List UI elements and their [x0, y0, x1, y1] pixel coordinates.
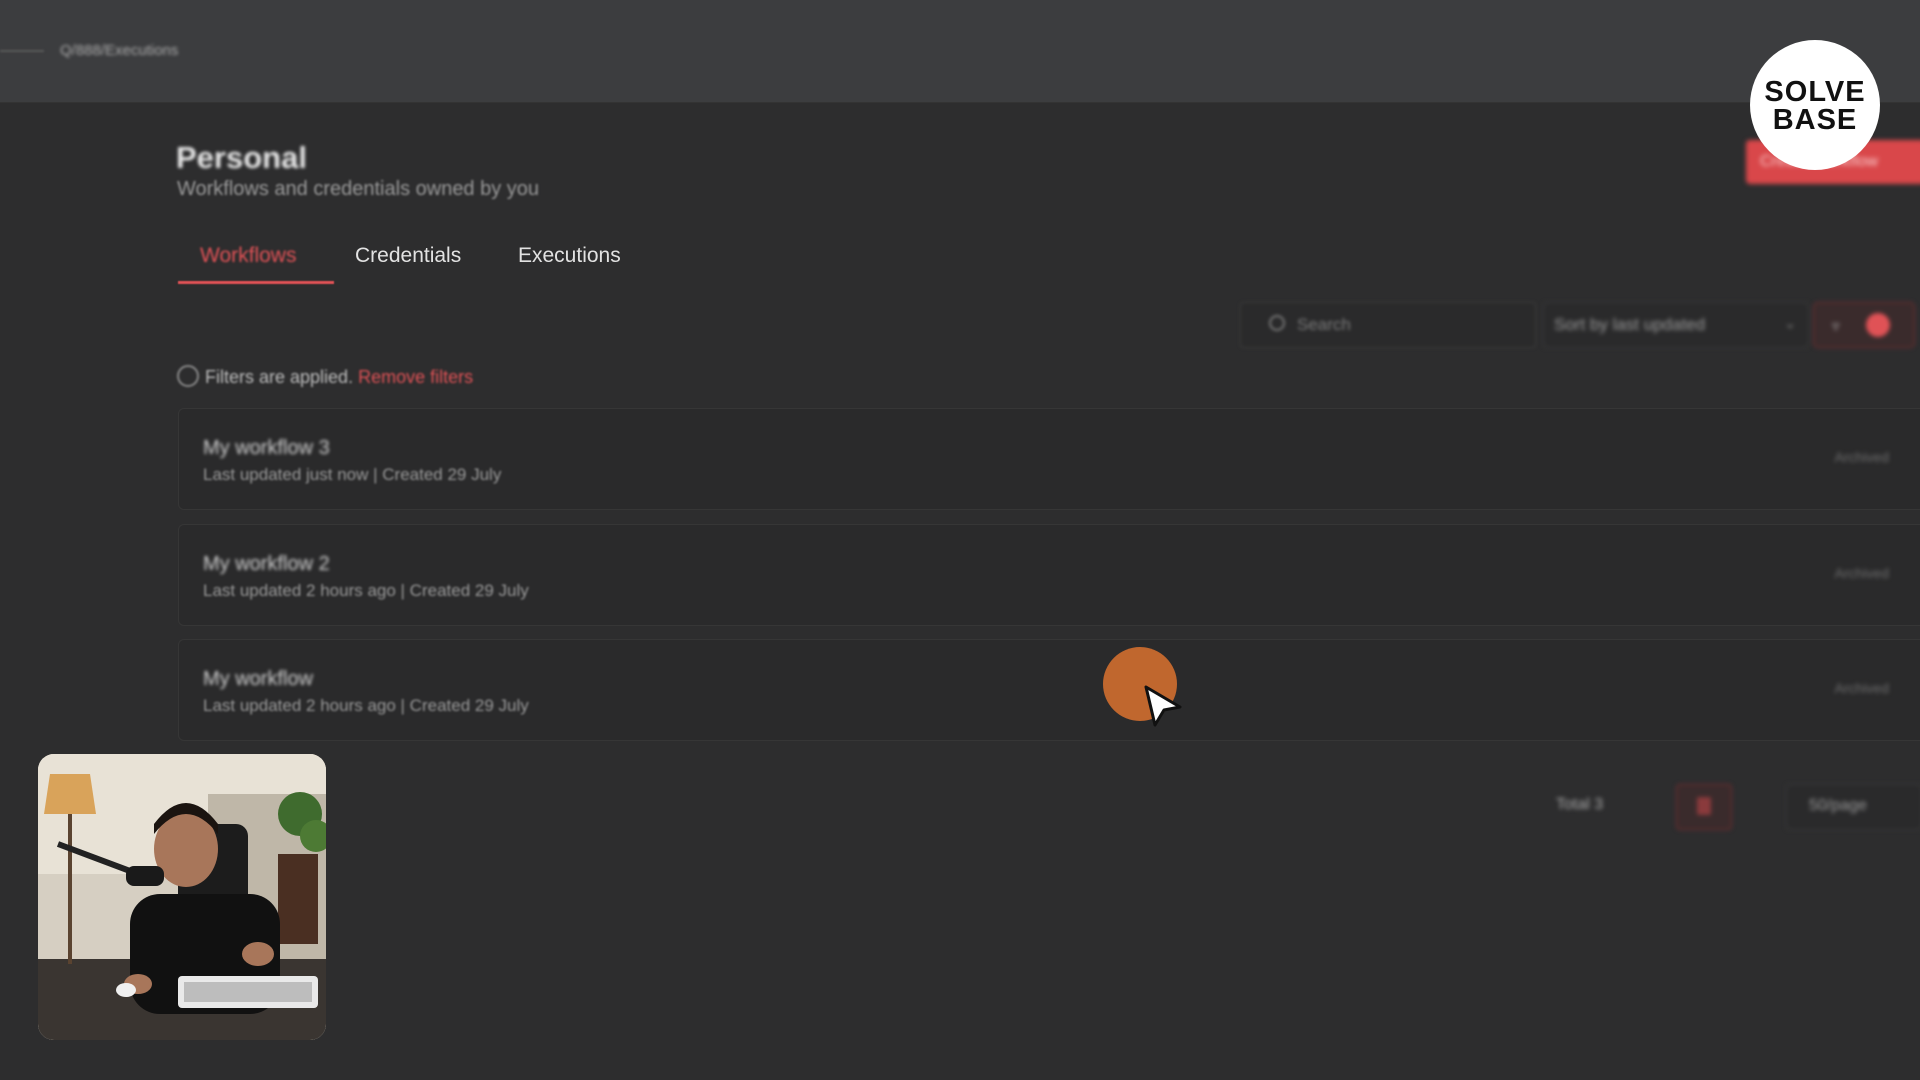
logo-line-2: BASE	[1772, 104, 1858, 136]
tab-executions[interactable]: Executions	[518, 244, 621, 268]
workflow-meta: Last updated just now | Created 29 July	[203, 465, 502, 484]
filter-button[interactable]: ▿	[1813, 302, 1915, 348]
page-title: Personal	[176, 140, 307, 175]
filter-icon: ▿	[1832, 318, 1840, 335]
workflow-name: My workflow	[203, 668, 314, 690]
filters-notice: Filters are applied. Remove filters	[177, 365, 473, 388]
workflow-meta: Last updated 2 hours ago | Created 29 Ju…	[203, 696, 529, 715]
search-placeholder: Search	[1297, 315, 1351, 334]
breadcrumb[interactable]: Q/888/Executions	[60, 42, 178, 59]
solvebase-logo: SOLVE BASE	[1750, 40, 1880, 170]
top-bar: Q/888/Executions	[0, 0, 1920, 103]
pagination-total: Total 3	[1556, 796, 1604, 813]
search-input[interactable]: Search	[1240, 302, 1536, 348]
page-size-label: 50/page	[1809, 797, 1867, 814]
workflow-name: My workflow 2	[203, 553, 330, 575]
sort-label: Sort by last updated	[1554, 315, 1706, 334]
sort-select[interactable]: Sort by last updated ⌄	[1543, 302, 1809, 348]
workflow-status: Archived	[1834, 680, 1889, 696]
workflow-card[interactable]: My workflow 2 Last updated 2 hours ago |…	[178, 524, 1920, 626]
page-subtitle: Workflows and credentials owned by you	[177, 178, 540, 200]
chevron-down-icon: ⌄	[1784, 315, 1796, 331]
active-tab-indicator	[178, 281, 334, 284]
workflow-card[interactable]: My workflow Last updated 2 hours ago | C…	[178, 639, 1920, 741]
filter-count-badge	[1866, 313, 1890, 337]
page-size-select[interactable]: 50/page	[1786, 784, 1920, 830]
workflow-name: My workflow 3	[203, 437, 330, 459]
webcam-overlay	[38, 754, 326, 1040]
mouse-pointer-icon	[1144, 685, 1182, 727]
workflow-meta: Last updated 2 hours ago | Created 29 Ju…	[203, 581, 529, 600]
page-icon	[1697, 797, 1711, 815]
current-page-button[interactable]	[1676, 784, 1732, 830]
workflow-status: Archived	[1834, 565, 1889, 581]
search-icon	[1269, 315, 1285, 331]
tab-credentials[interactable]: Credentials	[355, 244, 461, 268]
remove-filters-link[interactable]: Remove filters	[358, 367, 473, 387]
more-menu-icon[interactable]: ⋮	[1915, 559, 1920, 584]
more-menu-icon[interactable]: ⋮	[1915, 443, 1920, 468]
presenter-video	[38, 754, 326, 1040]
tab-workflows[interactable]: Workflows	[200, 244, 296, 268]
info-icon	[177, 365, 199, 387]
more-menu-icon[interactable]: ⋮	[1915, 674, 1920, 699]
filters-notice-text: Filters are applied.	[205, 367, 354, 387]
workflow-status: Archived	[1834, 449, 1889, 465]
workflow-card[interactable]: My workflow 3 Last updated just now | Cr…	[178, 408, 1920, 510]
breadcrumb-divider	[0, 50, 44, 52]
